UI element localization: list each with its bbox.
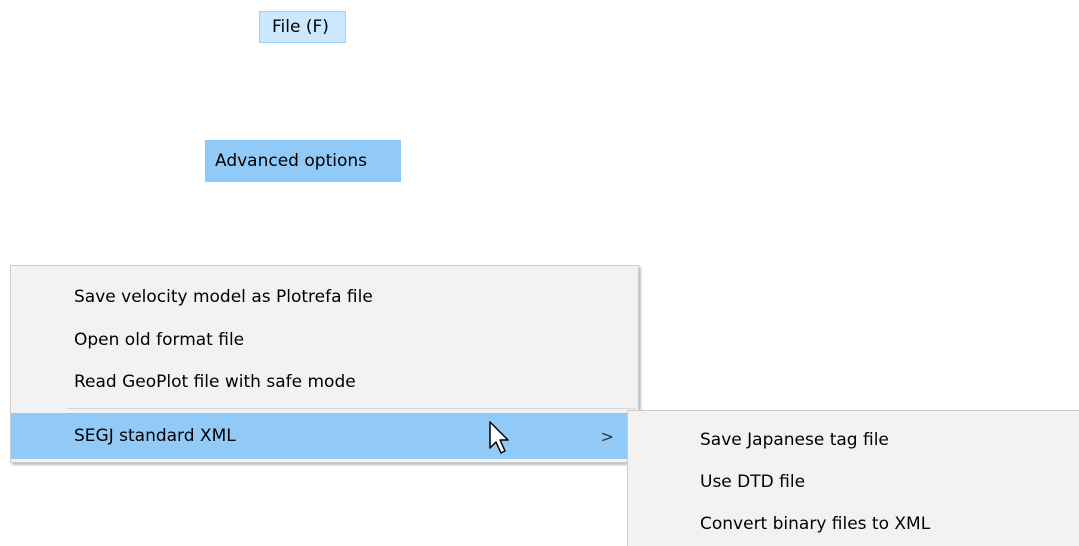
menu-item-use-dtd[interactable]: Use DTD file [628, 461, 1079, 503]
chevron-right-icon: > [600, 426, 614, 446]
menu-item-segj-xml[interactable]: SEGJ standard XML > [11, 413, 638, 459]
menu-item-label: Advanced options [215, 151, 367, 171]
menu-item-convert-binary-xml[interactable]: Convert binary files to XML [628, 503, 1079, 545]
menu-item-open-old-format[interactable]: Open old format file [11, 321, 638, 359]
menu-item-label: Read GeoPlot file with safe mode [74, 372, 356, 392]
menubar-file[interactable]: File (F) [259, 11, 346, 43]
menu-item-label: Save Japanese tag file [700, 430, 889, 450]
menu-item-label: SEGJ standard XML [74, 426, 236, 446]
advanced-options-menu: Save velocity model as Plotrefa file Ope… [10, 265, 639, 463]
segj-xml-submenu: Save Japanese tag file Use DTD file Conv… [627, 410, 1079, 546]
menubar-file-label: File (F) [272, 17, 329, 37]
menu-item-save-japanese-tag[interactable]: Save Japanese tag file [628, 419, 1079, 461]
menu-item-save-plotrefa[interactable]: Save velocity model as Plotrefa file [11, 278, 638, 316]
menu-item-label: Save velocity model as Plotrefa file [74, 287, 373, 307]
menu-item-label: Open old format file [74, 330, 245, 350]
mouse-pointer-icon [489, 421, 509, 454]
menu-item-read-geoplot-safe[interactable]: Read GeoPlot file with safe mode [11, 363, 638, 401]
menu-item-label: Convert binary files to XML [700, 514, 931, 534]
menu-separator [67, 408, 636, 409]
menu-item-advanced-options[interactable]: Advanced options [205, 140, 401, 182]
menu-item-label: Use DTD file [700, 472, 806, 492]
